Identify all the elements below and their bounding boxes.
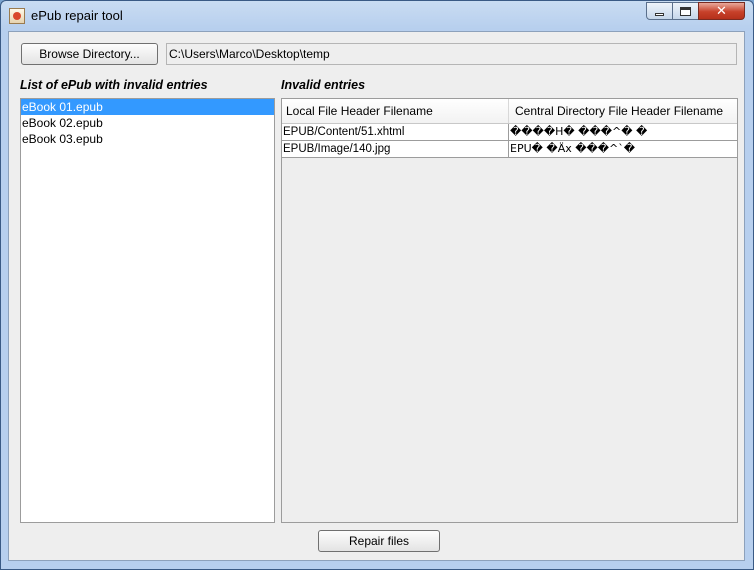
table-body: EPUB/Content/51.xhtml ����H� ���^� � EPU… [282,124,737,158]
table-cell[interactable]: ����H� ���^� � [509,124,737,140]
invalid-entries-table[interactable]: Local File Header Filename Central Direc… [281,98,738,523]
column-header-local[interactable]: Local File Header Filename [282,99,509,123]
table-cell[interactable]: EPUB/Image/140.jpg [282,141,509,157]
column-header-central[interactable]: Central Directory File Header Filename [509,99,737,123]
minimize-button[interactable] [646,2,673,20]
epub-list-label: List of ePub with invalid entries [20,78,208,92]
directory-path-field[interactable]: C:\Users\Marco\Desktop\temp [166,43,737,65]
main-panel: Browse Directory... C:\Users\Marco\Deskt… [8,31,745,561]
app-window: ePub repair tool ✕ Browse Directory... C… [0,0,754,570]
epub-list[interactable]: eBook 01.epub eBook 02.epub eBook 03.epu… [20,98,275,523]
title-bar[interactable]: ePub repair tool ✕ [1,1,753,31]
minimize-icon [655,12,664,16]
browse-directory-button[interactable]: Browse Directory... [21,43,158,65]
table-row[interactable]: EPUB/Image/140.jpg EPU� �Äx ���^`� [282,141,737,158]
close-icon: ✕ [716,3,727,19]
close-button[interactable]: ✕ [698,2,745,20]
table-row[interactable]: EPUB/Content/51.xhtml ����H� ���^� � [282,124,737,141]
list-item[interactable]: eBook 02.epub [21,115,274,131]
list-item[interactable]: eBook 01.epub [21,99,274,115]
table-header: Local File Header Filename Central Direc… [282,99,737,124]
invalid-entries-label: Invalid entries [281,78,366,92]
table-cell[interactable]: EPU� �Äx ���^`� [509,141,737,157]
maximize-icon [680,6,691,16]
maximize-button[interactable] [672,2,699,20]
window-title: ePub repair tool [31,8,123,23]
java-app-icon [9,8,25,24]
repair-files-button[interactable]: Repair files [318,530,440,552]
table-cell[interactable]: EPUB/Content/51.xhtml [282,124,509,140]
list-item[interactable]: eBook 03.epub [21,131,274,147]
